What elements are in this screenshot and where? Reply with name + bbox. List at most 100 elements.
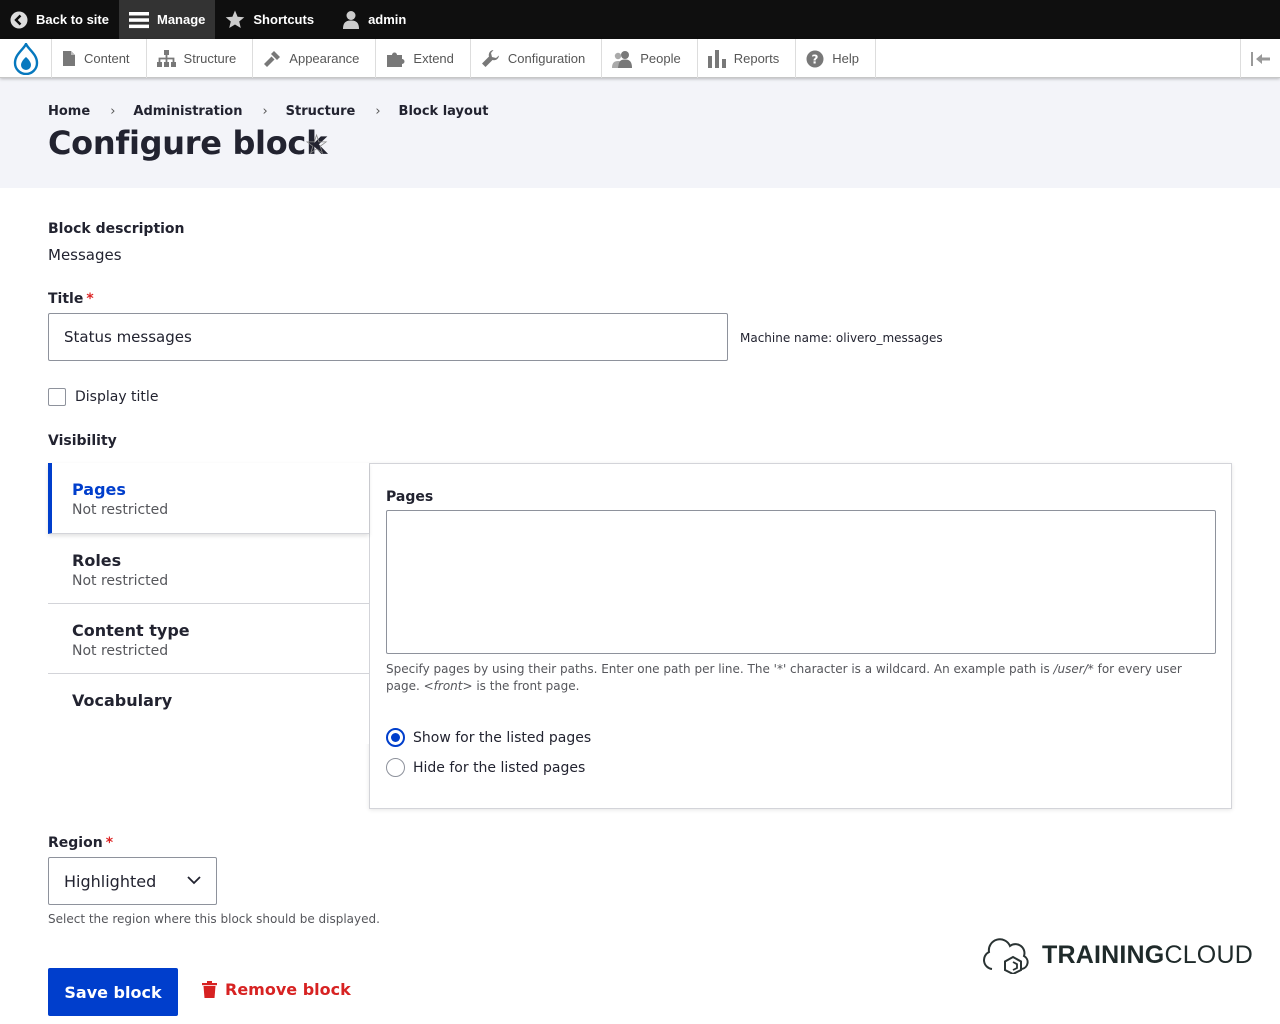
save-block-button[interactable]: Save block bbox=[48, 968, 178, 1016]
breadcrumb-home[interactable]: Home bbox=[48, 104, 90, 119]
tray-item-label: Help bbox=[832, 51, 859, 66]
vtab-title: Content type bbox=[72, 621, 190, 640]
breadcrumb-separator-icon: › bbox=[375, 104, 381, 119]
machine-name: Machine name: olivero_messages bbox=[740, 331, 943, 345]
vtab-summary: Not restricted bbox=[72, 573, 169, 589]
tray-item-extend[interactable]: Extend bbox=[376, 39, 471, 78]
vtab-content-type[interactable]: Content type Not restricted bbox=[48, 604, 369, 674]
page-header: Home › Administration › Structure › Bloc… bbox=[0, 78, 1280, 188]
user-label: admin bbox=[368, 12, 407, 27]
user-tab[interactable]: admin bbox=[324, 0, 416, 39]
tray-item-label: Configuration bbox=[507, 51, 586, 66]
people-icon bbox=[612, 50, 633, 68]
tray-item-configuration[interactable]: Configuration bbox=[471, 39, 603, 78]
wrench-icon bbox=[481, 50, 499, 67]
region-label-text: Region bbox=[48, 835, 103, 851]
vtab-title: Pages bbox=[72, 480, 126, 499]
cloud-logo-icon bbox=[983, 938, 1029, 974]
tray-item-people[interactable]: People bbox=[602, 39, 698, 78]
back-to-site-label: Back to site bbox=[36, 12, 109, 27]
vtab-summary: Not restricted bbox=[72, 643, 169, 659]
sitemap-icon bbox=[156, 50, 176, 67]
vtab-title: Vocabulary bbox=[72, 691, 173, 710]
breadcrumb: Home › Administration › Structure › Bloc… bbox=[48, 104, 488, 119]
pages-description: Specify pages by using their paths. Ente… bbox=[386, 661, 1216, 695]
vtab-summary: Not restricted bbox=[72, 502, 169, 518]
puzzle-icon bbox=[387, 52, 405, 67]
remove-block-link[interactable]: Remove block bbox=[202, 980, 351, 999]
required-mark: * bbox=[86, 291, 94, 307]
help-icon: ? bbox=[806, 50, 824, 67]
visibility-label: Visibility bbox=[48, 433, 117, 449]
display-title-checkbox[interactable] bbox=[48, 388, 66, 406]
trainingcloud-logo: TRAININGCLOUD bbox=[980, 936, 1253, 974]
show-listed-pages-radio[interactable] bbox=[386, 728, 405, 747]
user-icon bbox=[343, 11, 360, 29]
hide-listed-pages-radio[interactable] bbox=[386, 758, 405, 777]
chevron-down-icon bbox=[187, 876, 201, 885]
hamburger-icon bbox=[128, 11, 149, 28]
pages-pane: Pages Specify pages by using their paths… bbox=[369, 463, 1232, 809]
back-to-site-link[interactable]: Back to site bbox=[0, 0, 119, 39]
vtab-title: Roles bbox=[72, 551, 122, 570]
tray-item-reports[interactable]: Reports bbox=[698, 39, 797, 78]
display-title-label[interactable]: Display title bbox=[75, 389, 158, 405]
pages-textarea[interactable] bbox=[386, 510, 1216, 654]
drupal-drop-icon bbox=[13, 42, 38, 75]
breadcrumb-structure[interactable]: Structure bbox=[286, 104, 356, 119]
title-input[interactable] bbox=[48, 313, 728, 361]
page-title: Configure block bbox=[48, 124, 328, 162]
title-label: Title * bbox=[48, 291, 94, 307]
pages-desc-path: /user/* bbox=[1053, 662, 1094, 676]
vtab-pages[interactable]: Pages Not restricted bbox=[48, 463, 369, 534]
pages-desc-part: is the front page. bbox=[472, 679, 580, 693]
manage-label: Manage bbox=[156, 12, 206, 27]
show-listed-pages-label[interactable]: Show for the listed pages bbox=[413, 730, 591, 746]
breadcrumb-administration[interactable]: Administration bbox=[133, 104, 242, 119]
tray-item-label: Appearance bbox=[289, 51, 360, 66]
trainingcloud-wordmark: TRAININGCLOUD bbox=[1042, 941, 1253, 970]
region-description: Select the region where this block shoul… bbox=[48, 912, 380, 926]
visibility-vertical-tabs: Pages Specify pages by using their paths… bbox=[48, 463, 1232, 809]
block-description-value: Messages bbox=[48, 246, 122, 264]
back-arrow-icon bbox=[10, 11, 28, 28]
shortcuts-label: Shortcuts bbox=[253, 12, 315, 27]
drupal-logo[interactable] bbox=[0, 39, 52, 78]
tray-item-label: Structure bbox=[183, 51, 237, 66]
tray-item-label: Extend bbox=[413, 51, 454, 66]
bar-chart-icon bbox=[707, 49, 726, 68]
block-description-label: Block description bbox=[48, 221, 185, 237]
hide-listed-pages-label[interactable]: Hide for the listed pages bbox=[413, 760, 585, 776]
pages-label: Pages bbox=[386, 489, 434, 505]
region-label: Region * bbox=[48, 835, 113, 851]
shortcuts-tab[interactable]: Shortcuts bbox=[215, 0, 324, 39]
wordmark-light: CLOUD bbox=[1164, 940, 1253, 969]
wordmark-bold: TRAINING bbox=[1042, 940, 1165, 969]
breadcrumb-separator-icon: › bbox=[110, 104, 116, 119]
pages-desc-front: <front> bbox=[423, 679, 473, 693]
region-select-value: Highlighted bbox=[64, 872, 157, 891]
vtab-vocabulary[interactable]: Vocabulary bbox=[48, 674, 369, 744]
remove-block-label: Remove block bbox=[225, 980, 351, 999]
collapse-left-icon bbox=[1250, 51, 1270, 66]
tray-item-label: People bbox=[640, 51, 681, 66]
pages-desc-part: Specify pages by using their paths. Ente… bbox=[386, 662, 1054, 676]
add-shortcut-star-icon[interactable]: ☆ bbox=[304, 128, 329, 161]
region-select[interactable]: Highlighted bbox=[48, 857, 217, 905]
svg-text:?: ? bbox=[812, 52, 819, 66]
file-icon bbox=[63, 51, 75, 66]
breadcrumb-separator-icon: › bbox=[262, 104, 268, 119]
vtab-roles[interactable]: Roles Not restricted bbox=[48, 534, 369, 604]
tray-item-label: Reports bbox=[733, 51, 780, 66]
manage-tab[interactable]: Manage bbox=[118, 0, 216, 39]
tray-orientation-toggle[interactable] bbox=[1240, 39, 1280, 78]
tray-item-content[interactable]: Content bbox=[52, 39, 147, 78]
tray-item-appearance[interactable]: Appearance bbox=[253, 39, 377, 78]
tray-item-structure[interactable]: Structure bbox=[147, 39, 254, 78]
star-icon bbox=[226, 10, 245, 28]
paintbrush-icon bbox=[264, 50, 281, 67]
required-mark: * bbox=[105, 835, 114, 851]
breadcrumb-block-layout[interactable]: Block layout bbox=[399, 104, 489, 119]
tray-item-label: Content bbox=[84, 51, 130, 66]
tray-item-help[interactable]: ? Help bbox=[796, 39, 876, 78]
